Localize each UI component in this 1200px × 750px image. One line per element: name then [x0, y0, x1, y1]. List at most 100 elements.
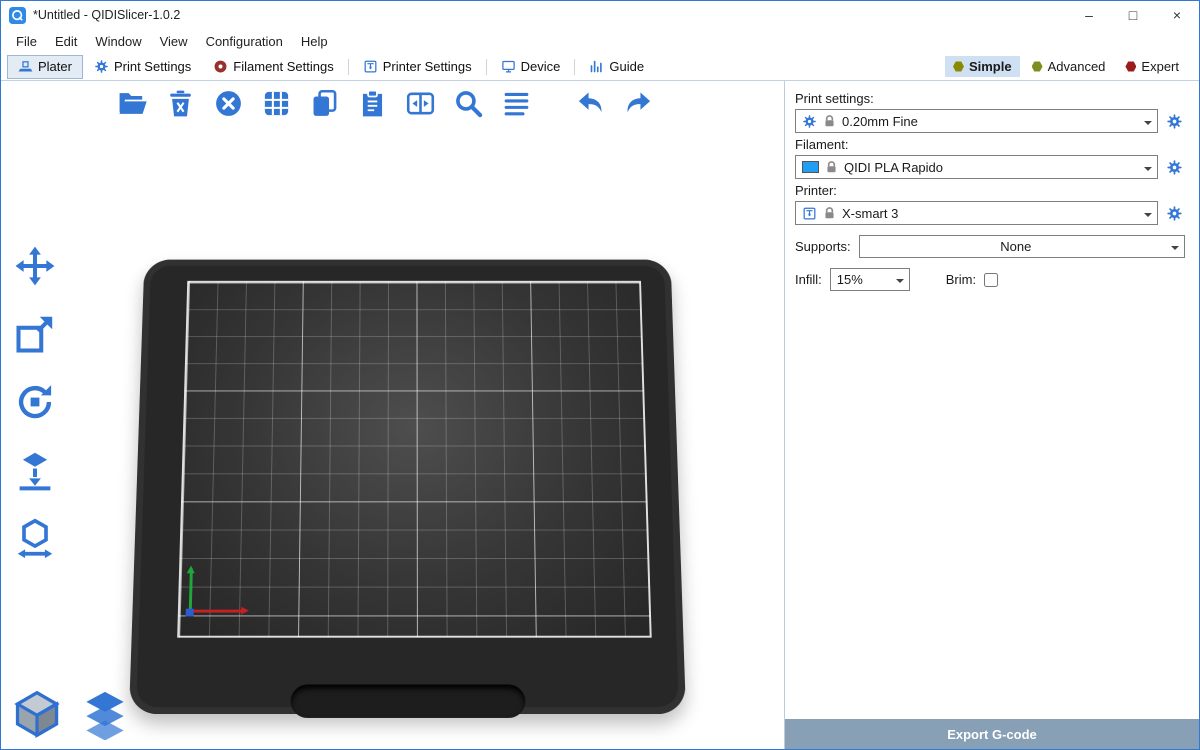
- chevron-down-icon: [896, 279, 904, 287]
- app-logo-icon: [9, 7, 26, 24]
- filament-gear-button[interactable]: [1163, 156, 1185, 178]
- rotate-button[interactable]: [7, 377, 63, 429]
- layer-lines-icon: [501, 88, 532, 122]
- supports-value: None: [866, 239, 1166, 254]
- printer-icon: [802, 206, 817, 221]
- lock-icon: [822, 206, 837, 221]
- paste-button[interactable]: [351, 85, 393, 125]
- place-on-face-button[interactable]: [7, 445, 63, 497]
- filament-row: QIDI PLA Rapido: [795, 155, 1185, 179]
- settings-sidebar: Print settings: 0.20mm Fine: [784, 81, 1199, 749]
- delete-button[interactable]: [159, 85, 201, 125]
- supports-combo[interactable]: None: [859, 235, 1185, 258]
- move-button[interactable]: [7, 241, 63, 293]
- tab-device[interactable]: Device: [490, 55, 572, 79]
- window-controls: – □ ×: [1067, 1, 1199, 29]
- mode-expert-label: Expert: [1141, 59, 1179, 74]
- simple-mode-hex-icon: [953, 61, 964, 72]
- print-settings-row: 0.20mm Fine: [795, 109, 1185, 133]
- infill-combo[interactable]: 15%: [830, 268, 910, 291]
- print-settings-gear-button[interactable]: [1163, 110, 1185, 132]
- undo-button[interactable]: [569, 85, 611, 125]
- monitor-icon: [501, 59, 516, 74]
- tab-guide[interactable]: Guide: [578, 55, 655, 79]
- infill-label: Infill:: [795, 272, 822, 287]
- chevron-down-icon: [1144, 121, 1152, 129]
- filament-combo[interactable]: QIDI PLA Rapido: [795, 155, 1158, 179]
- printer-gear-button[interactable]: [1163, 202, 1185, 224]
- measure-cube-icon: [13, 516, 57, 563]
- mode-expert[interactable]: Expert: [1117, 56, 1187, 77]
- expert-mode-hex-icon: [1125, 61, 1136, 72]
- close-button[interactable]: ×: [1155, 1, 1199, 29]
- brim-checkbox[interactable]: [984, 273, 998, 287]
- search-button[interactable]: [447, 85, 489, 125]
- measure-button[interactable]: [7, 513, 63, 565]
- tab-bar: Plater Print Settings Filament Settings …: [1, 53, 1199, 81]
- tab-print-settings-label: Print Settings: [114, 59, 191, 74]
- menu-configuration[interactable]: Configuration: [197, 31, 292, 52]
- redo-button[interactable]: [617, 85, 659, 125]
- menu-edit[interactable]: Edit: [46, 31, 86, 52]
- printer-combo[interactable]: X-smart 3: [795, 201, 1158, 225]
- trash-icon: [165, 88, 196, 122]
- build-plate[interactable]: [129, 260, 686, 714]
- undo-arrow-icon: [575, 88, 606, 122]
- open-folder-icon: [117, 88, 148, 122]
- minimize-button[interactable]: –: [1067, 1, 1111, 29]
- mode-selector: Simple Advanced Expert: [945, 56, 1193, 77]
- plater-toolbar: [111, 85, 659, 125]
- title-bar: *Untitled - QIDISlicer-1.0.2 – □ ×: [1, 1, 1199, 29]
- print-settings-value: 0.20mm Fine: [842, 114, 1139, 129]
- paste-clipboard-icon: [357, 88, 388, 122]
- open-project-button[interactable]: [111, 85, 153, 125]
- mode-advanced-label: Advanced: [1048, 59, 1106, 74]
- preview-layers-view-button[interactable]: [77, 687, 133, 743]
- tab-printer-settings[interactable]: Printer Settings: [352, 55, 483, 79]
- filament-spool-icon: [213, 59, 228, 74]
- infill-brim-row: Infill: 15% Brim:: [795, 268, 1185, 291]
- bed-frame: [129, 260, 686, 714]
- delete-all-button[interactable]: [207, 85, 249, 125]
- 3d-editor-view-button[interactable]: [9, 687, 65, 743]
- menu-bar: File Edit Window View Configuration Help: [1, 29, 1199, 53]
- tab-filament-settings-label: Filament Settings: [233, 59, 333, 74]
- sidebar-content: Print settings: 0.20mm Fine: [785, 81, 1199, 291]
- menu-window[interactable]: Window: [86, 31, 150, 52]
- flatten-cube-icon: [13, 448, 57, 495]
- maximize-button[interactable]: □: [1111, 1, 1155, 29]
- window-title: *Untitled - QIDISlicer-1.0.2: [33, 8, 180, 22]
- tab-plater[interactable]: Plater: [7, 55, 83, 79]
- variable-layer-height-button[interactable]: [495, 85, 537, 125]
- guide-bars-icon: [589, 59, 604, 74]
- scale-button[interactable]: [7, 309, 63, 361]
- brim-label: Brim:: [946, 272, 976, 287]
- redo-arrow-icon: [623, 88, 654, 122]
- circle-x-icon: [213, 88, 244, 122]
- supports-label: Supports:: [795, 239, 851, 254]
- tab-print-settings[interactable]: Print Settings: [83, 55, 202, 79]
- menu-file[interactable]: File: [7, 31, 46, 52]
- mode-advanced[interactable]: Advanced: [1024, 56, 1114, 77]
- menu-help[interactable]: Help: [292, 31, 337, 52]
- tab-filament-settings[interactable]: Filament Settings: [202, 55, 344, 79]
- tab-printer-settings-label: Printer Settings: [383, 59, 472, 74]
- print-settings-combo[interactable]: 0.20mm Fine: [795, 109, 1158, 133]
- grid-table-icon: [261, 88, 292, 122]
- split-objects-button[interactable]: [399, 85, 441, 125]
- export-gcode-button[interactable]: Export G-code: [785, 719, 1199, 749]
- y-axis-indicator: [189, 568, 193, 612]
- filament-value: QIDI PLA Rapido: [844, 160, 1139, 175]
- chevron-down-icon: [1144, 167, 1152, 175]
- plater-icon: [18, 59, 33, 74]
- menu-view[interactable]: View: [151, 31, 197, 52]
- gear-icon: [802, 114, 817, 129]
- copy-button[interactable]: [303, 85, 345, 125]
- tab-plater-label: Plater: [38, 59, 72, 74]
- tab-separator: [486, 59, 487, 75]
- mode-simple[interactable]: Simple: [945, 56, 1020, 77]
- filament-color-swatch: [802, 161, 819, 173]
- search-icon: [453, 88, 484, 122]
- 3d-viewport[interactable]: [1, 81, 784, 749]
- arrange-button[interactable]: [255, 85, 297, 125]
